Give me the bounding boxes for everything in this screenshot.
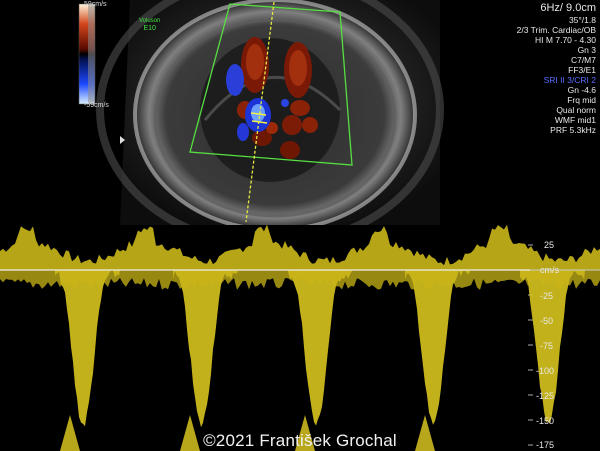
- reverse-flow-spike: [405, 270, 470, 425]
- parameter-panel: 6Hz/ 9.0cm 35°/1.8 2/3 Trim. Cardiac/OB …: [517, 2, 596, 135]
- doppler-param: Frq mid: [567, 95, 596, 105]
- velocity-tick: -125: [536, 391, 555, 401]
- param-line: 35°/1.8: [568, 15, 596, 25]
- reverse-flow-spike: [173, 270, 238, 428]
- volume-badge-line1: Voluson: [139, 18, 161, 24]
- velocity-tick: -75: [540, 341, 554, 351]
- velocity-tick: -150: [536, 416, 555, 426]
- ultrasound-screen: 59cm/s -59cm/s Voluson E10 6Hz/ 9.0cm 35…: [0, 0, 600, 451]
- velocity-tick: -50: [540, 316, 554, 326]
- param-line: 2/3 Trim. Cardiac/OB: [516, 25, 596, 35]
- doppler-param: WMF mid1: [554, 115, 596, 125]
- orientation-marker-icon: [120, 136, 125, 144]
- doppler-param: Gn -4.6: [567, 85, 596, 95]
- volume-badge: Voluson E10: [139, 17, 160, 33]
- velocity-tick: 25: [544, 240, 555, 250]
- forward-flow-envelope: [0, 225, 600, 270]
- volume-badge-line2: E10: [143, 25, 156, 32]
- reverse-flow-spike: [55, 270, 120, 427]
- spectral-doppler-waveform: [0, 225, 600, 451]
- doppler-param: Qual norm: [556, 105, 596, 115]
- scale-top-label: 59cm/s: [84, 1, 107, 8]
- velocity-tick: -100: [536, 366, 555, 376]
- velocity-tick: -25: [540, 291, 554, 301]
- param-line: HI M 7.70 - 4.30: [535, 35, 596, 45]
- doppler-param: PRF 5.3kHz: [550, 125, 596, 135]
- param-line: Gn 3: [577, 45, 596, 55]
- param-line: C7/M7: [570, 55, 596, 65]
- param-line: FF3/E1: [568, 65, 596, 75]
- scale-bottom-label: -59cm/s: [84, 102, 109, 109]
- velocity-unit: cm/s: [540, 265, 559, 275]
- frame-rate-depth: 6Hz/ 9.0cm: [540, 2, 596, 14]
- sri-setting: SRI II 3/CRI 2: [543, 75, 596, 85]
- reverse-flow-spike: [288, 270, 353, 426]
- copyright-watermark: ©2021 František Grochal: [203, 431, 397, 450]
